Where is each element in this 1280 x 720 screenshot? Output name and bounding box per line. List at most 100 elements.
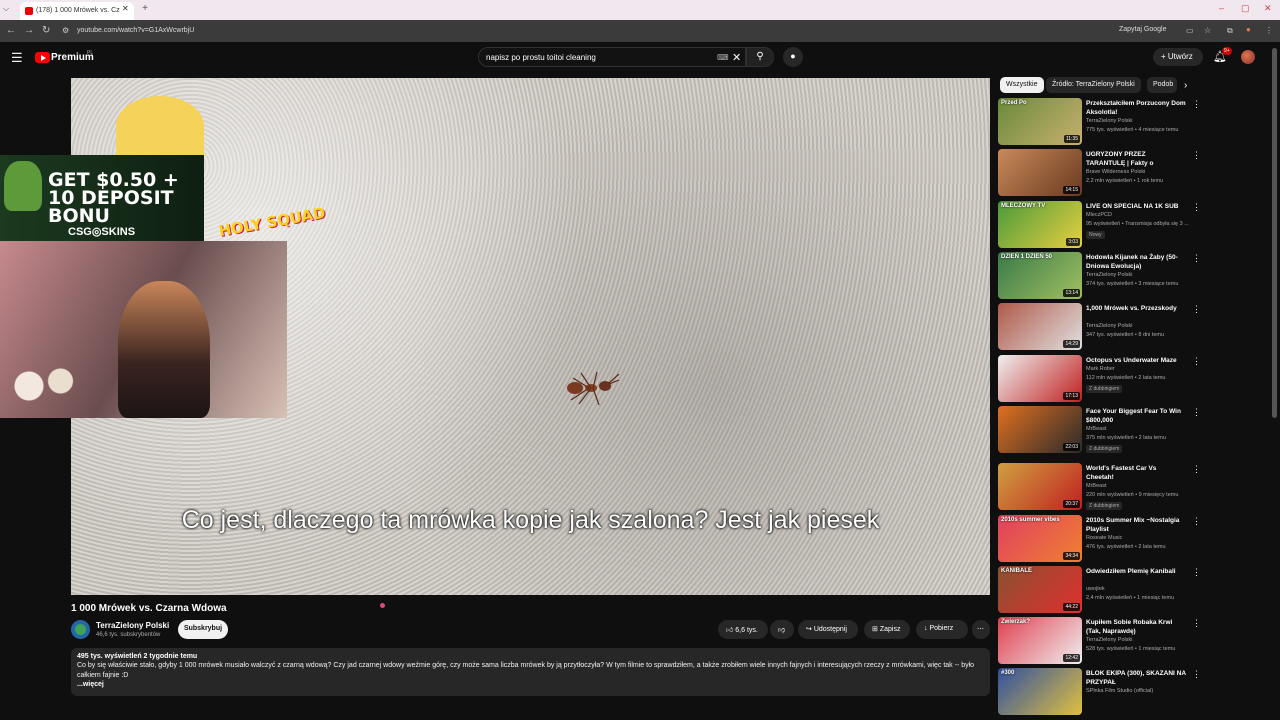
scrollbar[interactable] [1272,48,1277,418]
more-options-icon[interactable]: ⋮ [1192,356,1201,367]
more-options-icon[interactable]: ⋮ [1192,304,1201,315]
recommendation-title[interactable]: 1,000 Mrówek vs. Przezskody [1086,304,1186,313]
close-tab-icon[interactable]: ✕ [122,4,129,13]
voice-search-button[interactable]: ● [783,47,803,67]
reload-icon[interactable]: ↻ [42,25,50,36]
recommendation-channel[interactable]: SPlnka Film Studio (official) [1086,688,1153,694]
video-thumbnail[interactable]: Przed Po 11:35 [998,98,1082,145]
search-button[interactable]: ⚲ [746,47,774,67]
recommendation-title[interactable]: LIVE ON SPECIAL NA 1K SUB [1086,202,1186,211]
keyboard-icon[interactable]: ⌨ [717,53,729,62]
recommendation-channel[interactable]: Roseate Music [1086,535,1122,541]
video-thumbnail[interactable]: 2010s summer vibes 34:34 [998,515,1082,562]
recommendation-channel[interactable]: TerraZielony Polski [1086,323,1132,329]
more-options-icon[interactable]: ⋮ [1192,669,1201,680]
account-avatar[interactable] [1241,50,1255,64]
recommendation-item[interactable]: DZIEŃ 1 DZIEŃ 50 13:14 Hodowla Kijanek na … [998,252,1201,300]
new-tab-button[interactable]: + [139,3,151,15]
recommendation-item[interactable]: #300 BLOK EKIPA (300), SKAZANI NA PRZYPAŁ… [998,668,1201,716]
recommendation-channel[interactable]: TerraZielony Polski [1086,637,1132,643]
bookmark-star-icon[interactable]: ☆ [1204,26,1211,35]
search-value[interactable]: napisz po prostu toitoi cleaning [486,53,596,62]
recommendation-item[interactable]: Przed Po 11:35 Przekształciłem Porzucony D… [998,98,1201,146]
cast-icon[interactable]: ▭ [1186,26,1194,35]
create-button[interactable]: + Utwórz [1153,48,1203,66]
recommendation-channel[interactable]: TerraZielony Polski [1086,118,1132,124]
more-options-icon[interactable]: ⋮ [1192,464,1201,475]
recommendation-channel[interactable]: TerraZielony Polski [1086,272,1132,278]
video-thumbnail[interactable]: Zwierzak? 12:42 [998,617,1082,664]
youtube-logo-icon[interactable] [35,52,50,63]
chip-similar[interactable]: Podob [1147,77,1177,93]
recommendation-title[interactable]: Kupiłem Sobie Robaka Krwi (Tak, Naprawdę… [1086,618,1186,636]
save-button[interactable]: ⊞ Zapisz [864,620,910,639]
recommendation-item[interactable]: MLECZOWY TV 3:03 LIVE ON SPECIAL NA 1K SUB… [998,201,1201,249]
recommendation-item[interactable]: KANIBALE 44:22 Odwiedziłem Plemię Kanibali… [998,566,1201,614]
more-options-icon[interactable]: ⋮ [1192,99,1201,110]
share-button[interactable]: ↪ Udostępnij [798,620,858,639]
recommendation-item[interactable]: 14:15 UGRYZONY PRZEZ TARANTULĘ | Fakty o … [998,149,1201,197]
recommendation-title[interactable]: World's Fastest Car Vs Cheetah! [1086,464,1186,482]
more-actions-button[interactable]: ⋯ [972,620,990,639]
recommendation-title[interactable]: Odwiedziłem Plemię Kanibali [1086,567,1186,576]
video-thumbnail[interactable]: MLECZOWY TV 3:03 [998,201,1082,248]
more-options-icon[interactable]: ⋮ [1192,567,1201,578]
close-window-icon[interactable]: ✕ [1264,3,1272,14]
back-icon[interactable]: ← [6,25,16,36]
recommendation-title[interactable]: Przekształciłem Porzucony Dom Aksolotla! [1086,99,1186,117]
recommendation-channel[interactable]: Mark Rober [1086,366,1115,372]
menu-icon[interactable]: ☰ [11,50,23,66]
recommendation-title[interactable]: Face Your Biggest Fear To Win $800,000 [1086,407,1186,425]
video-thumbnail[interactable]: KANIBALE 44:22 [998,566,1082,613]
video-thumbnail[interactable]: 17:13 [998,355,1082,402]
channel-name[interactable]: TerraZielony Polski [96,621,169,630]
browser-menu-icon[interactable]: ⋮ [1265,26,1273,35]
site-info-icon[interactable]: ⚙ [62,26,69,35]
dislike-button[interactable]: 👎︎ [770,620,794,639]
video-thumbnail[interactable]: 22:03 [998,406,1082,453]
extensions-icon[interactable]: ⧉ [1227,26,1233,36]
recommendation-title[interactable]: UGRYZONY PRZEZ TARANTULĘ | Fakty o zwier… [1086,150,1186,168]
browser-tab[interactable]: (178) 1 000 Mrówek vs. Cz [20,2,134,20]
recommendation-channel[interactable]: MleczPCD [1086,212,1112,218]
tab-search-icon[interactable]: ⌵ [3,4,9,14]
channel-avatar[interactable] [71,620,90,639]
more-options-icon[interactable]: ⋮ [1192,202,1201,213]
more-options-icon[interactable]: ⋮ [1192,618,1201,629]
show-more-link[interactable]: ...więcej [77,681,984,688]
recommendation-item[interactable]: 22:03 Face Your Biggest Fear To Win $800,… [998,406,1201,454]
subscribe-button[interactable]: Subskrybuj [178,620,228,639]
more-options-icon[interactable]: ⋮ [1192,150,1201,161]
recommendation-channel[interactable]: Brave Wilderness Polski [1086,169,1145,175]
video-thumbnail[interactable]: 14:15 [998,149,1082,196]
clear-search-icon[interactable]: ✕ [732,51,741,64]
recommendation-title[interactable]: Hodowla Kijanek na Żaby (50-Dniowa Ewolu… [1086,253,1186,271]
maximize-icon[interactable]: ▢ [1241,3,1250,14]
recommendation-channel[interactable]: uwojtek [1086,586,1105,592]
recommendation-item[interactable]: Zwierzak? 12:42 Kupiłem Sobie Robaka Krwi … [998,617,1201,665]
forward-icon[interactable]: → [24,25,34,36]
chevron-right-icon[interactable]: › [1184,80,1187,91]
video-thumbnail[interactable]: DZIEŃ 1 DZIEŃ 50 13:14 [998,252,1082,299]
description-box[interactable]: 495 tys. wyświetleń 2 tygodnie temu Co b… [71,648,990,696]
recommendation-channel[interactable]: MrBeast [1086,483,1106,489]
recommendation-item[interactable]: 20:37 World's Fastest Car Vs Cheetah! MrBe… [998,463,1201,511]
recommendation-item[interactable]: 17:13 Octopus vs Underwater Maze Mark Robe… [998,355,1201,403]
video-thumbnail[interactable]: 20:37 [998,463,1082,510]
url-field[interactable]: youtube.com/watch?v=G1AxWcwrbjU [77,27,194,34]
chip-source[interactable]: Źródło: TerraZielony Polski [1046,77,1141,93]
recommendation-title[interactable]: BLOK EKIPA (300), SKAZANI NA PRZYPAŁ [1086,669,1186,687]
video-thumbnail[interactable]: 14:29 [998,303,1082,350]
more-options-icon[interactable]: ⋮ [1192,407,1201,418]
video-thumbnail[interactable]: #300 [998,668,1082,715]
download-button[interactable]: ↓ Pobierz [916,620,968,639]
more-options-icon[interactable]: ⋮ [1192,516,1201,527]
chip-all[interactable]: Wszystkie [1000,77,1044,93]
like-button[interactable]: 👍︎ 6,6 tys. [718,620,768,639]
search-input[interactable]: napisz po prostu toitoi cleaning ⌨ ✕ [478,47,746,67]
minimize-icon[interactable]: – [1219,3,1224,13]
recommendation-title[interactable]: 2010s Summer Mix ~Nostalgia Playlist [1086,516,1186,534]
profile-icon[interactable]: ● [1246,25,1251,34]
recommendation-channel[interactable]: MrBeast [1086,426,1106,432]
recommendation-item[interactable]: 14:29 1,000 Mrówek vs. Przezskody TerraZie… [998,303,1201,351]
